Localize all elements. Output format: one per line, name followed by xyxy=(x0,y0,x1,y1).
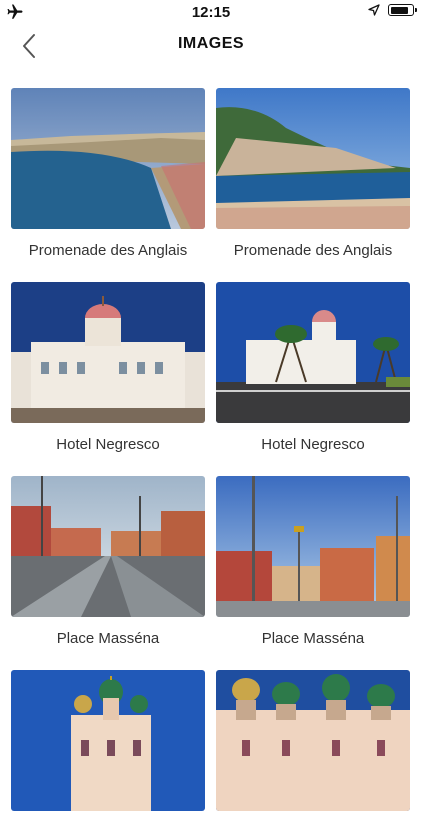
battery-cap xyxy=(415,8,417,12)
location-arrow-icon xyxy=(368,4,380,16)
battery-icon xyxy=(388,4,417,16)
image-card[interactable] xyxy=(216,670,410,824)
image-thumbnail[interactable] xyxy=(216,88,410,229)
image-card[interactable]: Place Masséna xyxy=(11,476,205,647)
image-thumbnail[interactable] xyxy=(11,282,205,423)
image-card[interactable]: Hotel Negresco xyxy=(216,282,410,453)
page-title: IMAGES xyxy=(177,35,245,52)
image-card[interactable]: Promenade des Anglais xyxy=(216,88,410,259)
image-caption: Promenade des Anglais xyxy=(233,242,393,259)
image-caption: Promenade des Anglais xyxy=(28,242,188,259)
image-caption: Place Masséna xyxy=(56,630,160,647)
status-right xyxy=(368,4,417,16)
image-thumbnail[interactable] xyxy=(216,476,410,617)
image-card[interactable]: Hotel Negresco xyxy=(11,282,205,453)
image-thumbnail[interactable] xyxy=(216,282,410,423)
image-caption: Place Masséna xyxy=(261,630,365,647)
image-thumbnail[interactable] xyxy=(11,670,205,811)
image-thumbnail[interactable] xyxy=(11,476,205,617)
airplane-mode-icon xyxy=(7,4,23,19)
image-caption: Hotel Negresco xyxy=(56,436,160,453)
status-bar: 12:15 xyxy=(0,0,422,24)
image-card[interactable] xyxy=(11,670,205,824)
image-card[interactable]: Place Masséna xyxy=(216,476,410,647)
image-caption: Hotel Negresco xyxy=(261,436,365,453)
image-card[interactable]: Promenade des Anglais xyxy=(11,88,205,259)
navigation-bar: IMAGES xyxy=(0,24,422,68)
image-thumbnail[interactable] xyxy=(11,88,205,229)
image-thumbnail[interactable] xyxy=(216,670,410,811)
battery-fill xyxy=(390,6,408,14)
status-time: 12:15 xyxy=(191,3,231,21)
